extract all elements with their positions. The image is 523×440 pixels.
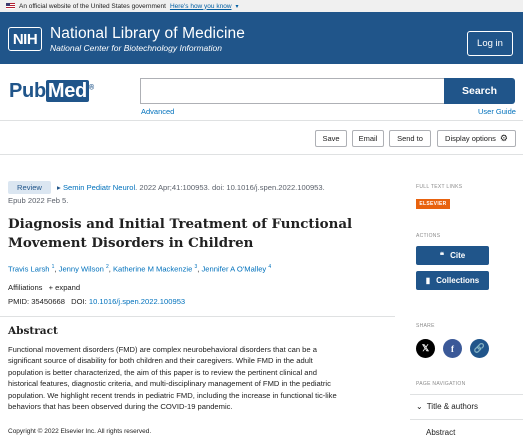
full-text-links-label: FULL TEXT LINKS xyxy=(416,184,463,190)
us-flag-icon xyxy=(6,3,15,9)
cite-label: Cite xyxy=(450,251,466,260)
copyright: Copyright © 2022 Elsevier Inc. All right… xyxy=(8,428,152,435)
author-link[interactable]: Jenny Wilson xyxy=(59,265,104,274)
cite-button[interactable]: ❝ Cite xyxy=(416,246,489,265)
pubmed-logo-med: Med xyxy=(45,80,89,102)
journal-link[interactable]: Semin Pediatr Neurol xyxy=(63,183,135,192)
user-guide-link[interactable]: User Guide xyxy=(478,107,516,116)
elsevier-full-text-link[interactable]: ELSEVIER xyxy=(416,199,450,209)
nlm-title[interactable]: National Library of Medicine xyxy=(50,25,245,43)
nav-abstract[interactable]: Abstract xyxy=(426,428,455,437)
search-button[interactable]: Search xyxy=(444,78,515,104)
divider xyxy=(0,154,523,155)
heres-how-link[interactable]: Here's how you know xyxy=(170,3,232,10)
pmid: PMID: 35450668 xyxy=(8,297,65,306)
citation-text: . 2022 Apr;41:100953. doi: 10.1016/j.spe… xyxy=(135,183,325,192)
divider xyxy=(0,316,395,317)
link-share-icon[interactable]: 🔗 xyxy=(470,339,489,358)
email-button[interactable]: Email xyxy=(352,130,384,147)
identifiers: PMID: 35450668 DOI: 10.1016/j.spen.2022.… xyxy=(8,297,185,306)
review-badge: Review xyxy=(8,181,51,194)
author-link[interactable]: Jennifer A O'Malley xyxy=(201,265,266,274)
chevron-down-icon[interactable]: ▾ xyxy=(236,3,239,10)
author-list: Travis Larsh 1, Jenny Wilson 2, Katherin… xyxy=(8,264,272,274)
author-affil-ref[interactable]: 4 xyxy=(268,264,271,270)
divider xyxy=(410,419,523,420)
abstract-line: population is better characterized, the … xyxy=(8,367,317,377)
gear-icon: ⚙ xyxy=(499,133,508,143)
bookmark-icon: ▮ xyxy=(425,276,431,285)
affiliations-label: Affiliations xyxy=(8,283,43,292)
abstract-line: significant source of disability for bot… xyxy=(8,356,313,366)
article-title: Diagnosis and Initial Treatment of Funct… xyxy=(8,216,353,251)
author-link[interactable]: Travis Larsh xyxy=(8,265,50,274)
facebook-share-icon[interactable]: f xyxy=(443,339,462,358)
actions-label: ACTIONS xyxy=(416,233,441,239)
pubmed-logo[interactable]: Pub Med ® xyxy=(9,80,94,103)
doi-link[interactable]: 10.1016/j.spen.2022.100953 xyxy=(89,297,185,306)
display-options-label: Display options xyxy=(445,134,496,143)
abstract-line: behaviors that has been observed during … xyxy=(8,402,233,412)
doi-label: DOI: xyxy=(71,297,87,306)
epub-date: Epub 2022 Feb 5. xyxy=(8,196,69,205)
search-input[interactable] xyxy=(140,78,444,104)
collections-button[interactable]: ▮ Collections xyxy=(416,271,489,290)
abstract-line: population. We highlight recent trends i… xyxy=(8,390,337,400)
x-share-icon[interactable]: 𝕏 xyxy=(416,339,435,358)
ncbi-subtitle: National Center for Biotechnology Inform… xyxy=(50,43,222,53)
abstract-line: historical features, diagnostic criteria… xyxy=(8,379,331,389)
save-button[interactable]: Save xyxy=(315,130,347,147)
affiliations-toggle[interactable]: Affiliations + expand xyxy=(8,283,80,292)
divider xyxy=(410,394,523,395)
divider xyxy=(0,120,523,121)
display-options-button[interactable]: Display options ⚙ xyxy=(437,130,516,147)
nav-title-authors[interactable]: ⌄ Title & authors xyxy=(416,402,478,411)
abstract-line: Functional movement disorders (FMD) are … xyxy=(8,345,317,354)
page-navigation-label: PAGE NAVIGATION xyxy=(416,381,466,387)
advanced-search-link[interactable]: Advanced xyxy=(141,107,174,116)
share-label: SHARE xyxy=(416,323,435,329)
expand-label: expand xyxy=(55,283,81,292)
chevron-right-icon: ▸ xyxy=(57,183,61,192)
gov-banner-text: An official website of the United States… xyxy=(19,2,166,10)
gov-banner: An official website of the United States… xyxy=(0,0,523,12)
abstract-text: Functional movement disorders (FMD) are … xyxy=(8,344,358,412)
citation-line: Review ▸ Semin Pediatr Neurol. 2022 Apr;… xyxy=(8,181,325,194)
collections-label: Collections xyxy=(436,276,480,285)
abstract-heading: Abstract xyxy=(8,325,58,337)
login-button[interactable]: Log in xyxy=(467,31,513,56)
send-to-button[interactable]: Send to xyxy=(389,130,431,147)
pubmed-logo-pub: Pub xyxy=(9,80,46,102)
nih-header: NIH National Library of Medicine Nationa… xyxy=(0,12,523,64)
plus-icon: + xyxy=(48,283,54,292)
pubmed-logo-reg: ® xyxy=(88,84,94,92)
nih-logo[interactable]: NIH xyxy=(8,27,42,51)
chevron-down-icon: ⌄ xyxy=(416,402,423,411)
author-link[interactable]: Katherine M Mackenzie xyxy=(113,265,192,274)
quote-icon: ❝ xyxy=(439,251,445,260)
nav-title-authors-label: Title & authors xyxy=(426,402,478,411)
